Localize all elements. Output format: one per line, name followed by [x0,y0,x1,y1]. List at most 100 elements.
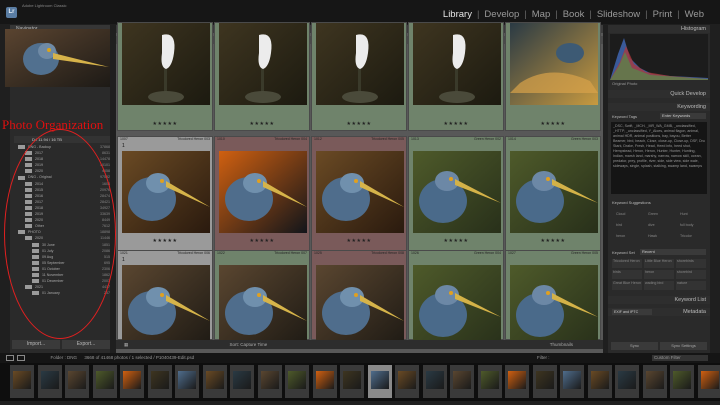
keyword-set-item[interactable]: nature [676,281,706,290]
photo-thumbnail[interactable] [122,265,210,341]
grid-cell[interactable]: 1021 Tricolored Heron 006 1 [117,250,213,341]
filmstrip-thumbnail[interactable] [147,365,172,398]
filmstrip-thumbnail[interactable] [697,365,720,398]
module-develop[interactable]: Develop [484,9,519,20]
grid-cell[interactable]: ★★★★★ [117,22,213,131]
filmstrip-thumbnail[interactable] [367,365,392,398]
filmstrip-thumbnail[interactable] [477,365,502,398]
window-1-icon[interactable] [6,354,14,361]
photo-thumbnail[interactable] [122,23,210,119]
keyword-set-item[interactable]: Great Blue Heron [612,281,642,290]
star-rating[interactable]: ★★★★★ [215,238,309,244]
module-library[interactable]: Library [443,9,472,20]
keyword-suggestion[interactable]: Hawk [648,234,657,238]
keyword-list-header[interactable]: Keyword List [608,296,710,304]
photo-thumbnail[interactable] [316,151,404,233]
module-web[interactable]: Web [685,9,704,20]
module-slideshow[interactable]: Slideshow [597,9,640,20]
keyword-set-item[interactable]: birds [612,270,642,279]
quick-develop-header[interactable]: Quick Develop [608,90,710,98]
keyword-set-select[interactable]: Recent [640,249,706,255]
filmstrip-thumbnail[interactable] [37,365,62,398]
filmstrip-thumbnail[interactable] [285,365,309,398]
grid-cell[interactable]: ★★★★★ [311,22,407,131]
photo-thumbnail[interactable] [413,151,501,233]
keyword-tags-mode[interactable]: Enter Keywords [660,113,706,119]
keyword-suggestion[interactable]: full body [680,223,693,227]
filmstrip-filter-select[interactable]: Custom Filter [652,355,708,361]
photo-thumbnail[interactable] [219,151,307,233]
filmstrip-thumbnail[interactable] [65,365,89,398]
sync-button[interactable]: Sync [611,342,658,350]
grid-cell[interactable]: ★★★★★ [214,22,310,131]
star-rating[interactable]: ★★★★★ [312,238,406,244]
filmstrip-thumbnail[interactable] [257,365,282,398]
histogram-header[interactable]: Histogram [608,25,710,33]
keyword-set-item[interactable]: Tricolored Heron [612,259,642,268]
import-button[interactable]: Import... [12,340,60,349]
grid-cell[interactable]: 1012 Tricolored Heron 005 ★★★★★ [311,136,407,251]
photo-thumbnail[interactable] [413,265,501,341]
grid-cell[interactable]: ★★★★★ [505,22,601,131]
filmstrip-thumbnail[interactable] [615,365,639,398]
photo-thumbnail[interactable] [316,265,404,341]
keyword-suggestion[interactable]: bird [616,223,622,227]
photo-thumbnail[interactable] [316,23,404,119]
photo-thumbnail[interactable] [413,23,501,119]
star-rating[interactable]: ★★★★★ [118,238,212,244]
photo-thumbnail[interactable] [122,151,210,233]
filmstrip-thumbnail[interactable] [92,365,117,398]
keywording-header[interactable]: Keywording [608,103,710,111]
photo-thumbnail[interactable] [219,23,307,119]
grid-cell[interactable]: 1014 Green Heron 003 ★★★★★ [505,136,601,251]
grid-cell[interactable]: 1007 Tricolored Heron 003 1 ★★★★★ [117,136,213,251]
keyword-set-item[interactable]: heron [644,270,674,279]
original-photo-toggle[interactable]: Original Photo [612,81,637,86]
stack-badge[interactable]: 1 [122,257,125,263]
module-print[interactable]: Print [653,9,673,20]
keyword-suggestion[interactable]: dive [648,223,655,227]
sync-settings-button[interactable]: Sync Settings [660,342,707,350]
grid-view-icon[interactable]: ▦ [124,342,128,347]
filmstrip-thumbnail[interactable] [450,365,474,398]
keyword-suggestion[interactable]: Hunt [680,212,688,216]
grid-cell[interactable]: 1025 Tricolored Heron 008 [311,250,407,341]
filmstrip-thumbnail[interactable] [505,365,529,398]
filmstrip-thumbnail[interactable] [532,365,557,398]
star-rating[interactable]: ★★★★★ [312,121,406,127]
filmstrip-thumbnail[interactable] [395,365,419,398]
filmstrip-thumbnail[interactable] [587,365,612,398]
sort-label[interactable]: Sort: Capture Time [230,342,268,347]
navigator-preview[interactable] [5,29,110,87]
grid-cell[interactable]: 1010 Tricolored Heron 004 ★★★★★ [214,136,310,251]
keyword-set-item[interactable]: wading bird [644,281,674,290]
filmstrip-thumbnail[interactable] [312,365,337,398]
filmstrip-thumbnail[interactable] [175,365,199,398]
filmstrip-thumbnail[interactable] [560,365,584,398]
stack-badge[interactable]: 1 [122,143,125,149]
grid-cell[interactable]: 1027 Green Heron 005 [505,250,601,341]
photo-thumbnail[interactable] [510,23,598,119]
keyword-suggestion[interactable]: Cloud [616,212,625,216]
filmstrip-thumbnail[interactable] [230,365,254,398]
star-rating[interactable]: ★★★★★ [118,121,212,127]
filmstrip-thumbnail[interactable] [642,365,667,398]
grid-cell[interactable]: ★★★★★ [408,22,504,131]
star-rating[interactable]: ★★★★★ [506,238,600,244]
star-rating[interactable]: ★★★★★ [409,121,503,127]
photo-thumbnail[interactable] [510,265,598,341]
filmstrip-thumbnail[interactable] [422,365,447,398]
grid-cell[interactable]: 1013 Green Heron 002 ★★★★★ [408,136,504,251]
metadata-preset-select[interactable]: EXIF and IPTC [612,309,652,315]
star-rating[interactable]: ★★★★★ [409,238,503,244]
photo-thumbnail[interactable] [510,151,598,233]
filmstrip-path[interactable]: Folder : DNG [51,355,78,360]
thumbnails-label[interactable]: Thumbnails [550,340,573,349]
module-map[interactable]: Map [532,9,550,20]
keyword-set-item[interactable]: Little Blue Heron [644,259,674,268]
filmstrip-thumbnail[interactable] [340,365,364,398]
keyword-set-item[interactable]: shorebird [676,270,706,279]
grid-cell[interactable]: 1026 Green Heron 004 [408,250,504,341]
grid-cell[interactable]: 1022 Tricolored Heron 007 [214,250,310,341]
keyword-suggestion[interactable]: heron [616,234,625,238]
